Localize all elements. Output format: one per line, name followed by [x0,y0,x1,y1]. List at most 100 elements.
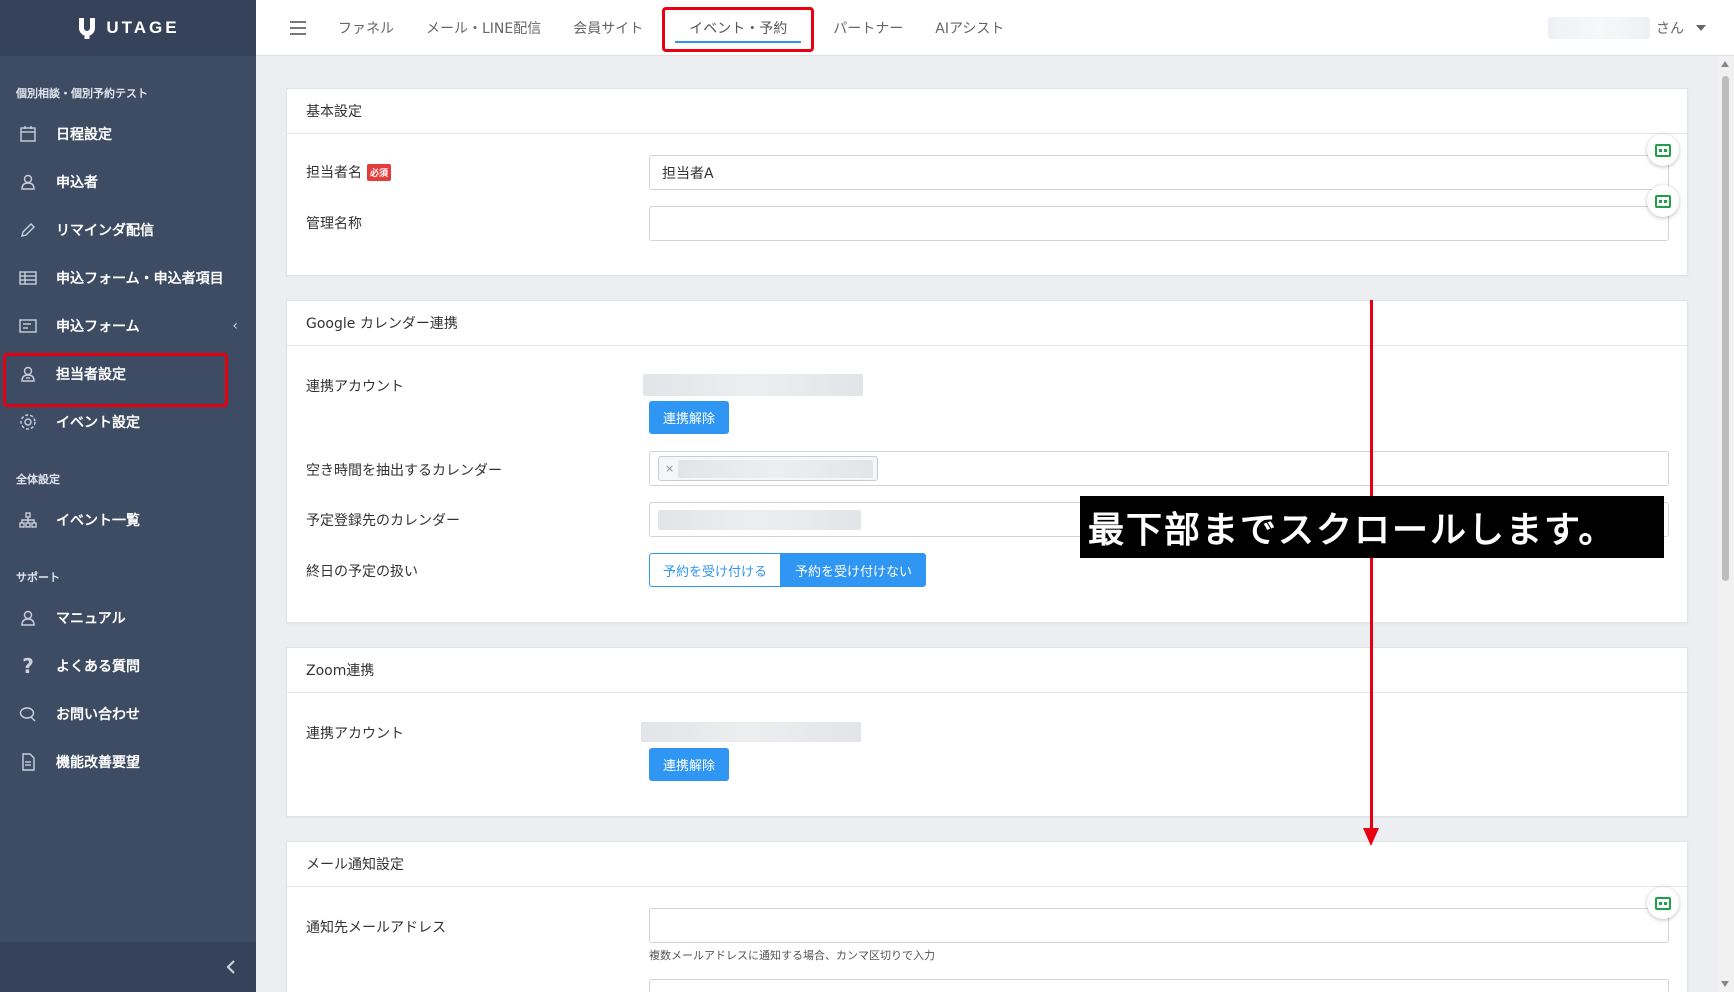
card-google-calendar: Google カレンダー連携 連携アカウント 連携解除 空き時間を抽出するカレン… [286,300,1688,623]
utage-logo-icon [79,18,96,39]
field-label-google-account: 連携アカウント [306,379,404,395]
sidebar-item-manual[interactable]: マニュアル [0,594,256,642]
free-calendar-select[interactable]: × [649,451,1669,486]
sidebar-item-form-fields[interactable]: 申込フォーム・申込者項目 [0,254,256,302]
sidebar-item-reminder[interactable]: リマインダ配信 [0,206,256,254]
next-field-input[interactable] [649,979,1669,992]
scroll-arrow-line [1370,300,1373,835]
highlight-box [662,6,815,52]
tab-event-reservation[interactable]: イベント・予約 [661,0,815,56]
sidebar-item-label: 担当者設定 [56,367,126,383]
google-unlink-button[interactable]: 連携解除 [649,401,729,434]
tab-partner[interactable]: パートナー [817,0,919,56]
sidebar: UTAGE 個別相談・個別予約テスト 日程設定 申込者 リマインダ配信 申込フォ… [0,0,256,992]
calendar-name-redacted [678,459,874,478]
label-text: 担当者名 [306,165,362,181]
sidebar-item-feature-request[interactable]: 機能改善要望 [0,738,256,786]
tag-remove-icon[interactable]: × [665,462,674,475]
sidebar-item-label: 申込フォーム [56,319,140,335]
scroll-thumb[interactable] [1722,76,1729,581]
card-title: Zoom連携 [287,648,1687,693]
tab-funnel[interactable]: ファネル [322,0,410,56]
card-zoom: Zoom連携 連携アカウント 連携解除 [286,647,1688,817]
sidebar-item-label: マニュアル [56,611,126,627]
logo-text: UTAGE [106,18,180,37]
allday-reject-button[interactable]: 予約を受け付けない [781,553,927,587]
sidebar-item-contact[interactable]: お問い合わせ [0,690,256,738]
required-badge: 必須 [367,163,392,181]
tab-ai-assist[interactable]: AIアシスト [919,0,1020,56]
sidebar-item-applicants[interactable]: 申込者 [0,158,256,206]
sidebar-item-label: リマインダ配信 [56,223,154,239]
sidebar-item-event-list[interactable]: イベント一覧 [0,496,256,544]
logo[interactable]: UTAGE [0,0,256,56]
tab-mail-line[interactable]: メール・LINE配信 [410,0,557,56]
assistant-bot-icon[interactable] [1647,887,1679,919]
allday-accept-button[interactable]: 予約を受け付ける [649,553,782,587]
gear-icon [18,412,38,432]
user-menu[interactable]: さん [1548,0,1706,56]
section-event-name: 個別相談・個別予約テスト [16,87,148,100]
zoom-account-redacted [641,722,861,742]
assistant-bot-icon[interactable] [1647,134,1679,166]
section-support: サポート [16,571,60,584]
sitemap-icon [18,510,38,530]
tab-label: ファネル [338,20,394,37]
card-title: メール通知設定 [287,842,1687,887]
field-label-free-calendar: 空き時間を抽出するカレンダー [306,463,502,479]
sidebar-item-staff-settings[interactable]: 担当者設定 [0,350,256,407]
tab-label: パートナー [833,20,904,37]
selected-calendar-tag: × [658,456,878,481]
zoom-unlink-button[interactable]: 連携解除 [649,748,729,781]
user-suffix: さん [1656,21,1684,37]
allday-toggle-group: 予約を受け付ける 予約を受け付けない [649,553,927,587]
field-label-manage-name: 管理名称 [306,216,362,232]
staff-icon [18,364,38,384]
page-scrollbar[interactable] [1717,56,1734,992]
tab-label: 会員サイト [573,20,644,37]
sidebar-item-form[interactable]: 申込フォーム ‹ [0,302,256,350]
sidebar-item-event-settings[interactable]: イベント設定 [0,398,256,446]
document-icon [18,752,38,772]
assistant-bot-icon[interactable] [1647,185,1679,217]
sidebar-item-faq[interactable]: ? よくある質問 [0,642,256,690]
question-icon: ? [22,654,34,678]
calendar-icon [18,124,38,144]
sidebar-item-label: よくある質問 [56,659,140,675]
chevron-left-icon: ‹ [232,318,238,334]
sidebar-item-label: 申込フォーム・申込者項目 [56,271,224,287]
top-navigation: ファネル メール・LINE配信 会員サイト イベント・予約 パートナー AIアシ… [256,0,1734,56]
chevron-left-icon [226,960,235,974]
table-icon [18,268,38,288]
notify-email-input[interactable] [649,908,1669,943]
chat-icon [18,704,38,724]
card-basic-settings: 基本設定 担当者名 必須 担当者A 管理名称 [286,88,1688,276]
form-icon [18,316,38,336]
sidebar-item-schedule[interactable]: 日程設定 [0,110,256,158]
sidebar-item-label: 機能改善要望 [56,755,140,771]
field-label-zoom-account: 連携アカウント [306,726,404,742]
hamburger-menu-icon[interactable] [290,20,306,35]
card-title: 基本設定 [287,89,1687,134]
sidebar-item-label: イベント一覧 [56,513,140,529]
sidebar-item-label: お問い合わせ [56,707,140,723]
scroll-up-arrow-icon[interactable] [1721,61,1729,67]
field-label-staff-name: 担当者名 必須 [306,162,392,182]
user-name-redacted [1548,17,1650,39]
user-icon [18,608,38,628]
staff-name-input[interactable]: 担当者A [649,155,1669,190]
tab-member-site[interactable]: 会員サイト [557,0,659,56]
card-title: Google カレンダー連携 [287,301,1687,346]
section-global-settings: 全体設定 [16,473,60,486]
scroll-arrow-head [1363,828,1379,846]
tab-label: AIアシスト [935,20,1005,37]
google-account-redacted [643,374,863,396]
notify-email-hint: 複数メールアドレスに通知する場合、カンマ区切りで入力 [649,949,935,962]
sidebar-collapse-button[interactable] [0,942,256,992]
manage-name-input[interactable] [649,206,1669,241]
scroll-down-arrow-icon[interactable] [1721,981,1729,987]
tab-label: メール・LINE配信 [426,20,542,37]
input-value: 担当者A [662,165,714,182]
sidebar-item-label: 申込者 [56,175,98,191]
caret-down-icon [1696,25,1706,31]
